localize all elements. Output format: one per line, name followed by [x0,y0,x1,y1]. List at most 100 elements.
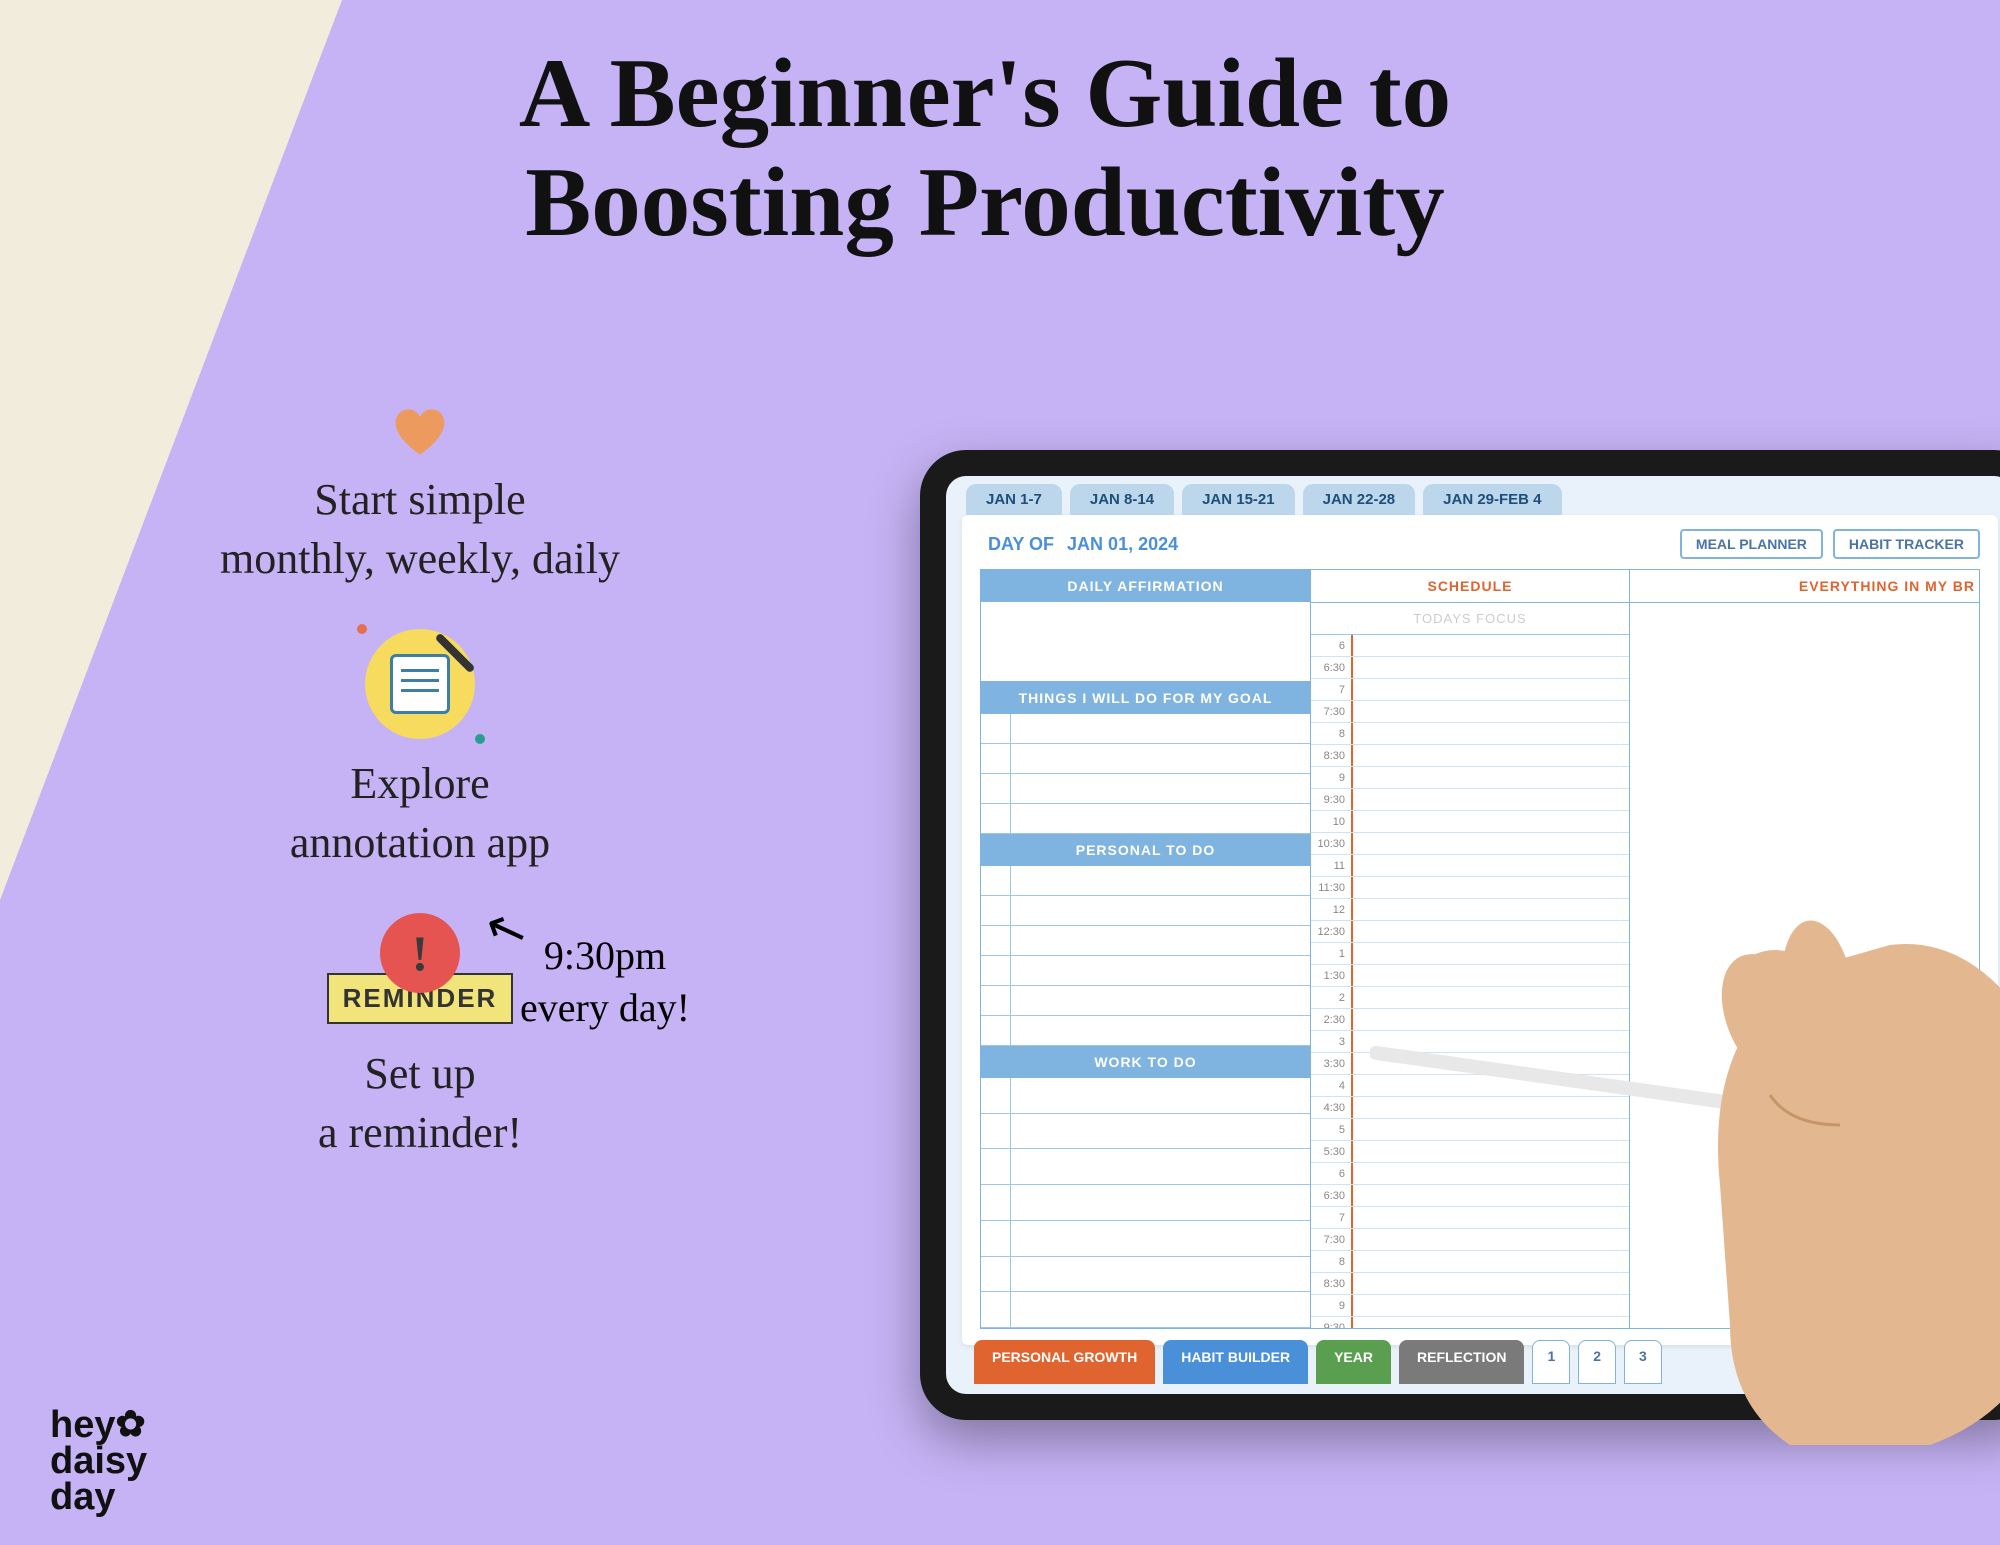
habit-builder-tab[interactable]: HABIT BUILDER [1163,1340,1308,1384]
schedule-row[interactable]: 11 [1311,855,1629,877]
schedule-header: SCHEDULE [1311,570,1629,603]
schedule-row[interactable]: 7:30 [1311,701,1629,723]
week-tab[interactable]: JAN 15-21 [1182,484,1295,515]
right-column: EVERYTHING IN MY BR CTION [1630,569,1980,1329]
schedule-row[interactable]: 6 [1311,1163,1629,1185]
time-label: 6:30 [1311,1185,1353,1206]
schedule-row[interactable]: 5 [1311,1119,1629,1141]
work-list[interactable] [981,1078,1310,1328]
list-item[interactable] [981,1257,1310,1293]
list-item[interactable] [981,1078,1310,1114]
schedule-row[interactable]: 3 [1311,1031,1629,1053]
schedule-row[interactable]: 4:30 [1311,1097,1629,1119]
schedule-row[interactable]: 8:30 [1311,745,1629,767]
schedule-row[interactable]: 9:30 [1311,1317,1629,1328]
schedule-row[interactable]: 7:30 [1311,1229,1629,1251]
time-label: 10 [1311,811,1353,832]
week-tab[interactable]: JAN 29-FEB 4 [1423,484,1561,515]
list-item[interactable] [981,926,1310,956]
list-item[interactable] [981,1149,1310,1185]
affirmation-area[interactable] [981,602,1310,682]
tip-3-line-2: a reminder! [318,1108,522,1157]
list-item[interactable] [981,744,1310,774]
list-item[interactable] [981,804,1310,834]
day-tab[interactable]: 3 [1624,1340,1662,1384]
schedule-row[interactable]: 12:30 [1311,921,1629,943]
schedule-row[interactable]: 2:30 [1311,1009,1629,1031]
tablet-mockup: JAN 1-7 JAN 8-14 JAN 15-21 JAN 22-28 JAN… [920,450,2000,1420]
day-of-label: DAY OF JAN 01, 2024 [980,534,1178,555]
reflection-tab[interactable]: REFLECTION [1399,1340,1524,1384]
schedule-row[interactable]: 6:30 [1311,1185,1629,1207]
schedule-row[interactable]: 11:30 [1311,877,1629,899]
time-note-line-2: every day! [520,985,690,1030]
flower-icon: ✿ [115,1407,145,1441]
tip-3: Set up a reminder! [80,1044,760,1163]
brain-area[interactable]: CTION [1630,603,1979,1328]
year-tab[interactable]: YEAR [1316,1340,1391,1384]
time-label: 8 [1311,1251,1353,1272]
affirmation-header: DAILY AFFIRMATION [981,570,1310,602]
schedule-row[interactable]: 8 [1311,723,1629,745]
goals-list[interactable] [981,714,1310,834]
schedule-row[interactable]: 10:30 [1311,833,1629,855]
time-label: 4 [1311,1075,1353,1096]
time-label: 7 [1311,679,1353,700]
left-column: DAILY AFFIRMATION THINGS I WILL DO FOR M… [980,569,1310,1329]
schedule-row[interactable]: 8:30 [1311,1273,1629,1295]
schedule-row[interactable]: 12 [1311,899,1629,921]
list-item[interactable] [981,986,1310,1016]
schedule-row[interactable]: 9 [1311,767,1629,789]
notepad-icon [365,629,475,739]
week-tab[interactable]: JAN 1-7 [966,484,1062,515]
list-item[interactable] [981,956,1310,986]
planner-app: JAN 1-7 JAN 8-14 JAN 15-21 JAN 22-28 JAN… [946,476,2000,1394]
schedule-row[interactable]: 7 [1311,1207,1629,1229]
time-label: 8 [1311,723,1353,744]
tips-column: Start simple monthly, weekly, daily Expl… [80,400,760,1202]
schedule-row[interactable]: 6:30 [1311,657,1629,679]
schedule-grid[interactable]: 66:3077:3088:3099:301010:301111:301212:3… [1311,635,1629,1328]
schedule-row[interactable]: 2 [1311,987,1629,1009]
list-item[interactable] [981,866,1310,896]
list-item[interactable] [981,1185,1310,1221]
schedule-row[interactable]: 1:30 [1311,965,1629,987]
time-label: 6 [1311,1163,1353,1184]
schedule-row[interactable]: 9 [1311,1295,1629,1317]
list-item[interactable] [981,1016,1310,1046]
week-tabs: JAN 1-7 JAN 8-14 JAN 15-21 JAN 22-28 JAN… [946,476,2000,515]
list-item[interactable] [981,1221,1310,1257]
personal-growth-tab[interactable]: PERSONAL GROWTH [974,1340,1155,1384]
time-label: 2:30 [1311,1009,1353,1030]
list-item[interactable] [981,896,1310,926]
personal-list[interactable] [981,866,1310,1046]
week-tab[interactable]: JAN 8-14 [1070,484,1174,515]
day-tab[interactable]: 2 [1578,1340,1616,1384]
time-label: 12:30 [1311,921,1353,942]
schedule-row[interactable]: 5:30 [1311,1141,1629,1163]
list-item[interactable] [981,1114,1310,1150]
schedule-row[interactable]: 8 [1311,1251,1629,1273]
week-tab[interactable]: JAN 22-28 [1303,484,1416,515]
day-tab[interactable]: 1 [1532,1340,1570,1384]
brand-logo: hey✿ daisy day [50,1407,147,1515]
time-annotation: 9:30pm every day! [520,930,690,1034]
list-item[interactable] [981,1292,1310,1328]
schedule-row[interactable]: 3:30 [1311,1053,1629,1075]
schedule-row[interactable]: 10 [1311,811,1629,833]
list-item[interactable] [981,774,1310,804]
time-label: 7 [1311,1207,1353,1228]
work-header: WORK TO DO [981,1046,1310,1078]
schedule-row[interactable]: 1 [1311,943,1629,965]
tip-2-line-2: annotation app [290,818,550,867]
schedule-row[interactable]: 7 [1311,679,1629,701]
logo-line-3: day [50,1476,115,1518]
time-label: 8:30 [1311,1273,1353,1294]
time-label: 8:30 [1311,745,1353,766]
meal-planner-button[interactable]: MEAL PLANNER [1680,529,1823,559]
list-item[interactable] [981,714,1310,744]
habit-tracker-button[interactable]: HABIT TRACKER [1833,529,1980,559]
schedule-row[interactable]: 6 [1311,635,1629,657]
schedule-row[interactable]: 4 [1311,1075,1629,1097]
schedule-row[interactable]: 9:30 [1311,789,1629,811]
